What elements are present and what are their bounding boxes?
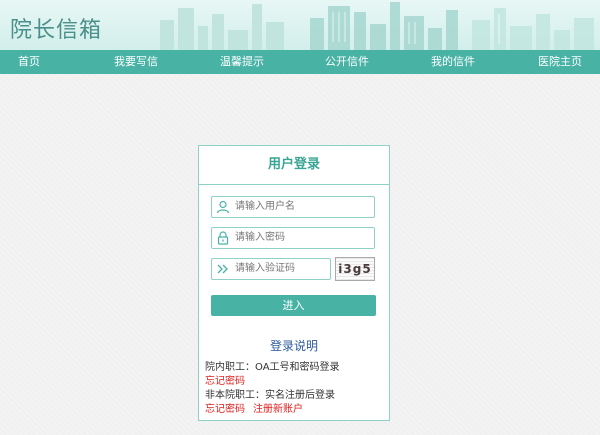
site-header: 院长信箱 (0, 0, 600, 50)
city-skyline-banner (160, 2, 594, 50)
login-title: 用户登录 (199, 146, 389, 185)
nav-home[interactable]: 首页 (18, 50, 40, 74)
captcha-placeholder: 请输入验证码 (235, 263, 295, 274)
nav-hospital-home[interactable]: 医院主页 (538, 50, 582, 74)
staff-forgot-password-link[interactable]: 忘记密码 (205, 372, 245, 387)
nav-public-letters[interactable]: 公开信件 (325, 50, 369, 74)
captcha-image[interactable]: i3g5 (335, 257, 375, 281)
captcha-input[interactable]: 请输入验证码 (211, 258, 331, 280)
nav-write-letter[interactable]: 我要写信 (114, 50, 158, 74)
user-icon (216, 200, 230, 214)
lock-icon (217, 231, 229, 245)
password-placeholder: 请输入密码 (235, 232, 285, 243)
login-help-title: 登录说明 (269, 339, 318, 353)
login-card: 用户登录 请输入用户名 请输入密码 请输入验证码 i3g5 进入 登录说明 院内… (198, 145, 390, 421)
staff-login-info: 院内职工：OA工号和密码登录 (205, 362, 340, 373)
double-chevron-right-icon (217, 264, 228, 274)
nonstaff-forgot-password-link[interactable]: 忘记密码 (205, 400, 245, 415)
login-button[interactable]: 进入 (211, 295, 376, 316)
username-input[interactable]: 请输入用户名 (211, 196, 375, 218)
username-placeholder: 请输入用户名 (235, 201, 295, 212)
nonstaff-login-info: 非本院职工：实名注册后登录 (205, 390, 335, 401)
password-input[interactable]: 请输入密码 (211, 227, 375, 249)
register-link[interactable]: 注册新账户 (253, 400, 303, 415)
nav-my-letters[interactable]: 我的信件 (431, 50, 475, 74)
nav-tips[interactable]: 温馨提示 (220, 50, 264, 74)
main-nav: 首页 我要写信 温馨提示 公开信件 我的信件 医院主页 (0, 50, 600, 74)
site-title: 院长信箱 (10, 18, 103, 43)
